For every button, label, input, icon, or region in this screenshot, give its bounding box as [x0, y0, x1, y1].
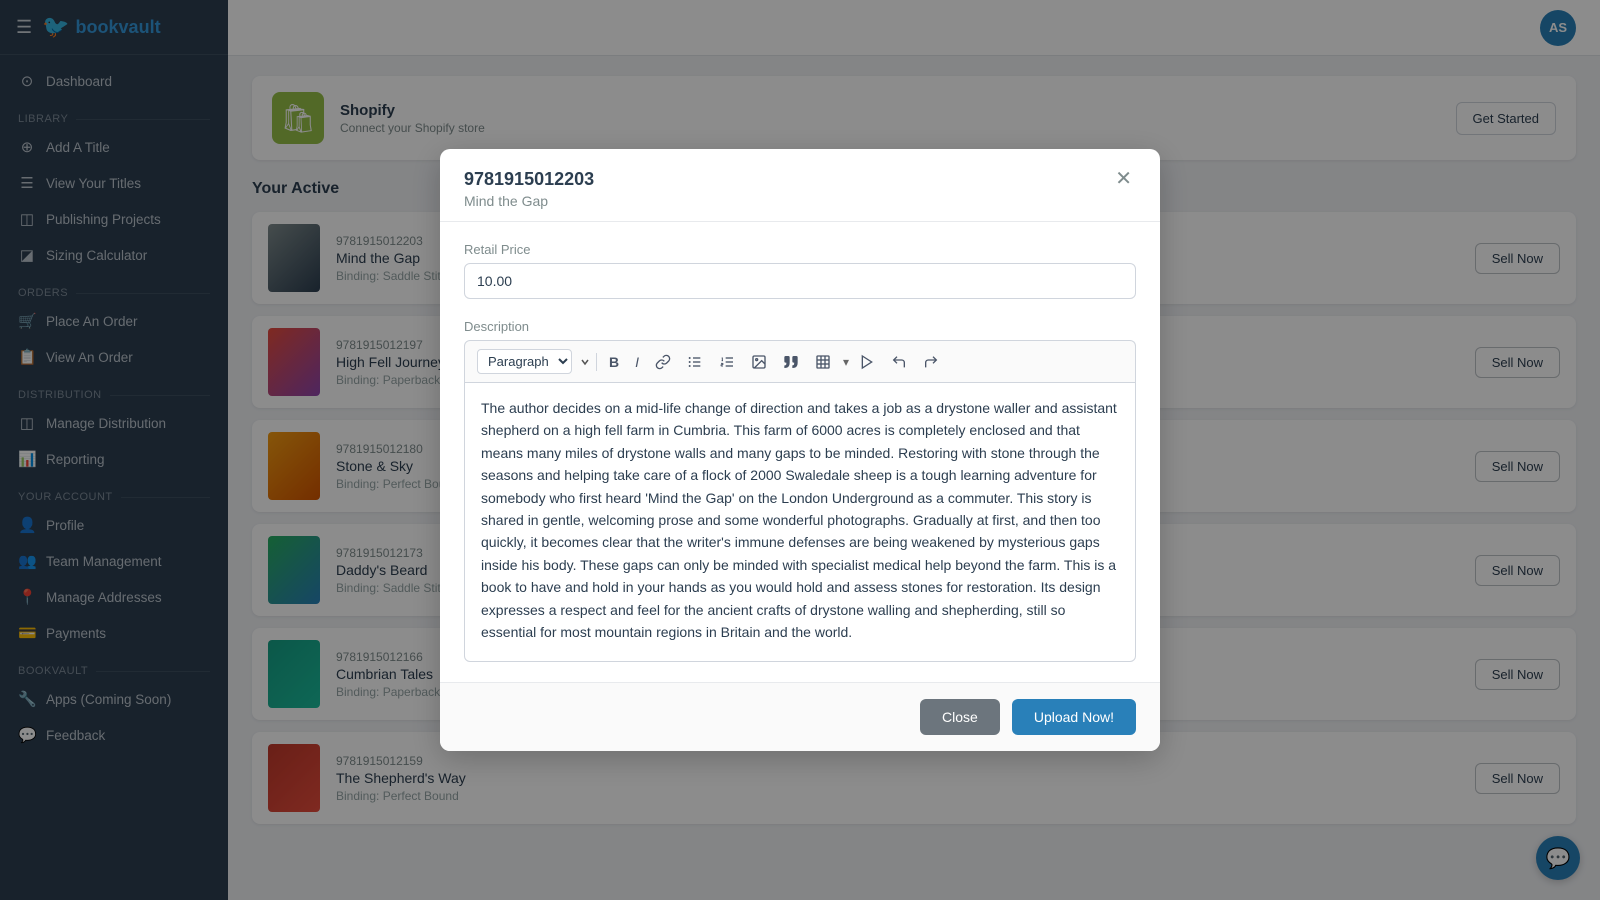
- modal-header-info: 9781915012203 Mind the Gap: [464, 169, 594, 209]
- undo-icon: [891, 354, 907, 370]
- redo-button[interactable]: [917, 351, 945, 373]
- table-dropdown-chevron-icon: ▾: [843, 355, 849, 369]
- bold-button[interactable]: B: [603, 351, 625, 373]
- link-button[interactable]: [649, 351, 677, 373]
- retail-price-input[interactable]: [464, 263, 1136, 299]
- italic-button[interactable]: I: [629, 351, 645, 373]
- modal-body: Retail Price Description Paragraph B I: [440, 222, 1160, 682]
- modal-title-name: Mind the Gap: [464, 193, 594, 209]
- dropdown-chevron-icon: [580, 357, 590, 367]
- modal-header: 9781915012203 Mind the Gap ✕: [440, 149, 1160, 222]
- retail-price-label: Retail Price: [464, 242, 1136, 257]
- undo-button[interactable]: [885, 351, 913, 373]
- modal-isbn: 9781915012203: [464, 169, 594, 190]
- embed-button[interactable]: [853, 351, 881, 373]
- embed-icon: [859, 354, 875, 370]
- modal-overlay[interactable]: 9781915012203 Mind the Gap ✕ Retail Pric…: [0, 0, 1600, 900]
- bullet-list-icon: [687, 354, 703, 370]
- image-icon: [751, 354, 767, 370]
- toolbar-divider: [596, 353, 597, 371]
- redo-icon: [923, 354, 939, 370]
- numbered-list-button[interactable]: [713, 351, 741, 373]
- modal-footer: Close Upload Now!: [440, 682, 1160, 751]
- editor-toolbar: Paragraph B I: [464, 340, 1136, 382]
- table-icon: [815, 354, 831, 370]
- upload-now-button[interactable]: Upload Now!: [1012, 699, 1136, 735]
- quote-icon: [783, 354, 799, 370]
- bullet-list-button[interactable]: [681, 351, 709, 373]
- description-label: Description: [464, 319, 1136, 334]
- image-button[interactable]: [745, 351, 773, 373]
- modal-dialog: 9781915012203 Mind the Gap ✕ Retail Pric…: [440, 149, 1160, 751]
- paragraph-select[interactable]: Paragraph: [477, 349, 572, 374]
- numbered-list-icon: [719, 354, 735, 370]
- link-icon: [655, 354, 671, 370]
- modal-close-button[interactable]: ✕: [1111, 169, 1136, 189]
- close-button[interactable]: Close: [920, 699, 1000, 735]
- table-button[interactable]: [809, 351, 837, 373]
- description-editor[interactable]: The author decides on a mid-life change …: [464, 382, 1136, 662]
- quote-button[interactable]: [777, 351, 805, 373]
